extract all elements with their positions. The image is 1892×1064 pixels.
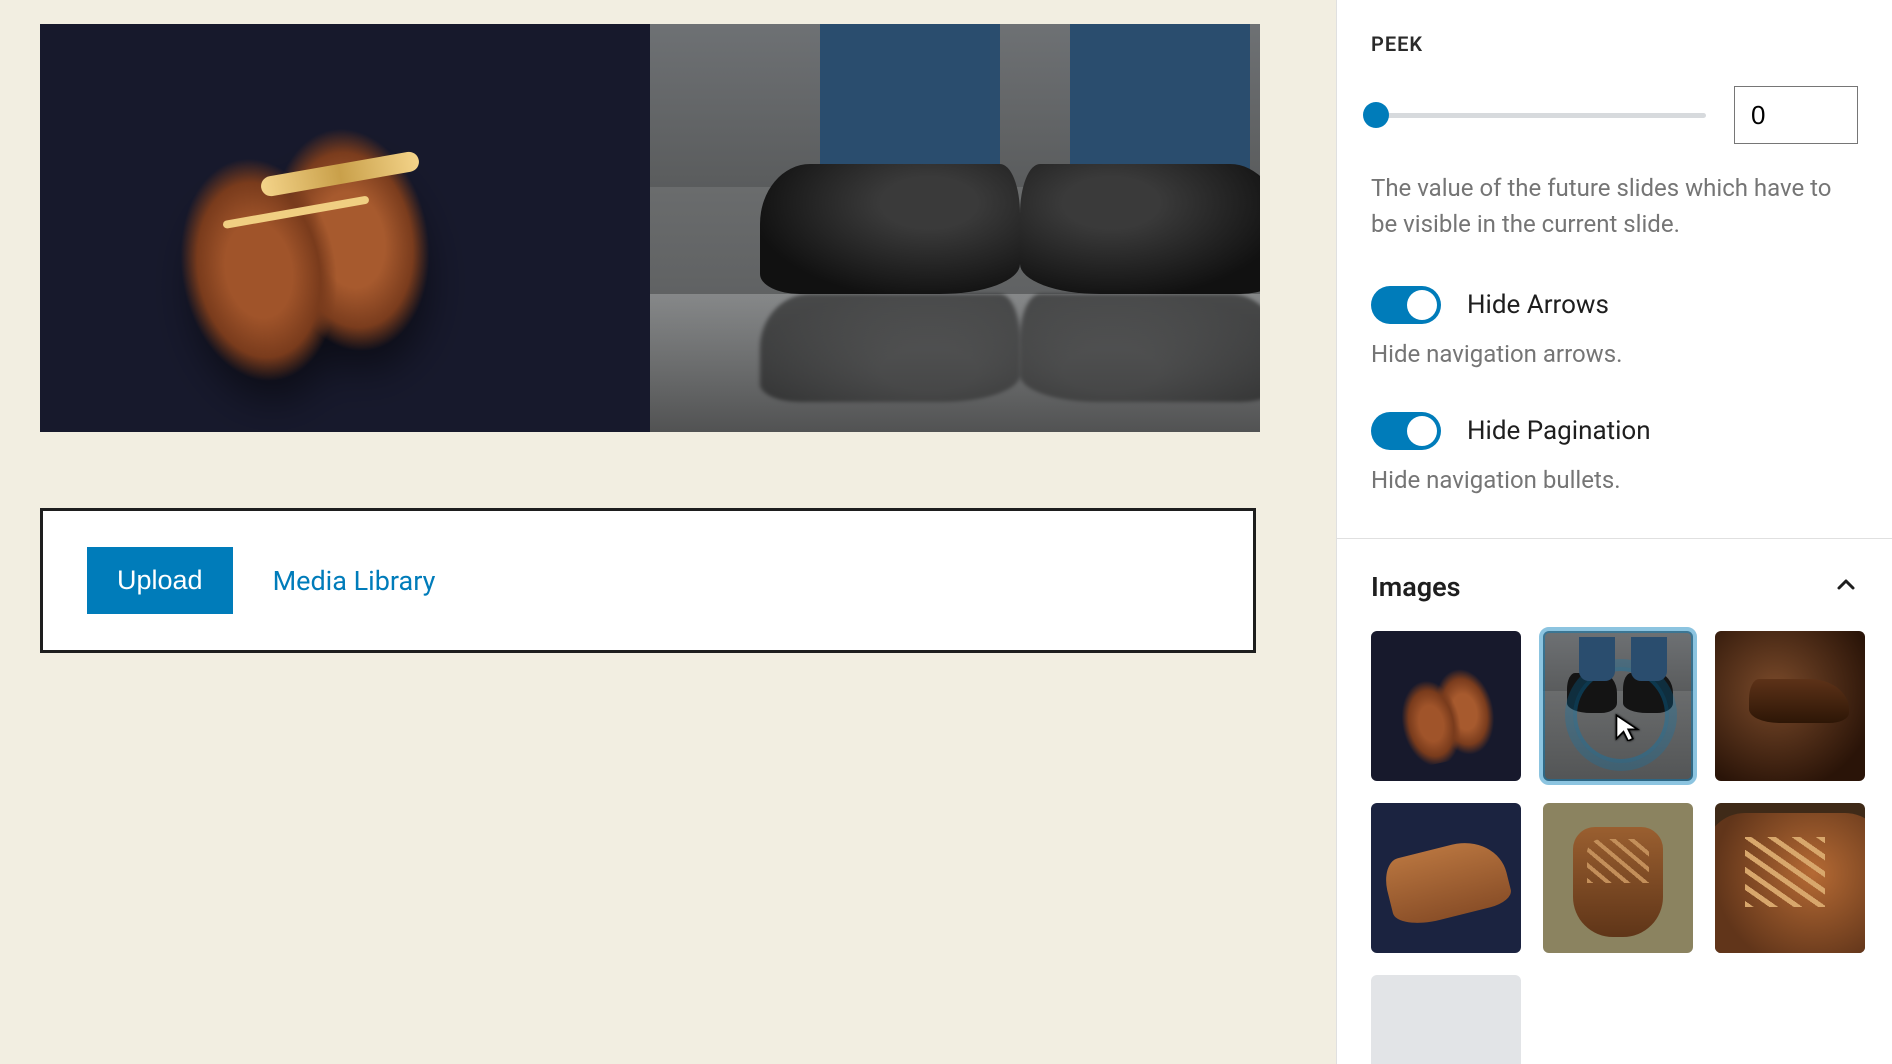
hide-pagination-label: Hide Pagination — [1467, 416, 1651, 446]
slider-preview[interactable] — [40, 24, 1296, 432]
image-thumb[interactable] — [1371, 803, 1521, 953]
selection-ring-icon — [1573, 667, 1669, 763]
image-thumb[interactable] — [1715, 803, 1865, 953]
images-thumb-grid — [1371, 631, 1858, 1064]
peek-help: The value of the future slides which hav… — [1371, 170, 1858, 242]
images-section-toggle[interactable]: Images — [1371, 539, 1858, 631]
image-thumb[interactable] — [1371, 631, 1521, 781]
editor-canvas: Upload Media Library — [0, 0, 1336, 1064]
chevron-up-icon — [1834, 573, 1858, 601]
image-thumb[interactable] — [1715, 631, 1865, 781]
peek-slider[interactable] — [1371, 113, 1706, 118]
cursor-icon — [1613, 713, 1641, 745]
add-image-button[interactable] — [1371, 975, 1521, 1064]
image-thumb[interactable] — [1543, 803, 1693, 953]
slide-1[interactable] — [40, 24, 650, 432]
peek-slider-thumb[interactable] — [1363, 102, 1389, 128]
peek-input[interactable] — [1734, 86, 1858, 144]
hide-arrows-toggle[interactable] — [1371, 286, 1441, 324]
upload-button[interactable]: Upload — [87, 547, 233, 614]
block-settings-panel: PEEK The value of the future slides whic… — [1336, 0, 1892, 1064]
hide-pagination-toggle[interactable] — [1371, 412, 1441, 450]
images-section-title: Images — [1371, 571, 1461, 603]
slide-2[interactable] — [650, 24, 1260, 432]
image-thumb[interactable] — [1543, 631, 1693, 781]
media-library-link[interactable]: Media Library — [273, 565, 436, 597]
hide-pagination-help: Hide navigation bullets. — [1371, 466, 1858, 494]
hide-arrows-label: Hide Arrows — [1467, 290, 1609, 320]
hide-arrows-help: Hide navigation arrows. — [1371, 340, 1858, 368]
peek-label: PEEK — [1371, 32, 1858, 56]
media-placeholder: Upload Media Library — [40, 508, 1256, 653]
